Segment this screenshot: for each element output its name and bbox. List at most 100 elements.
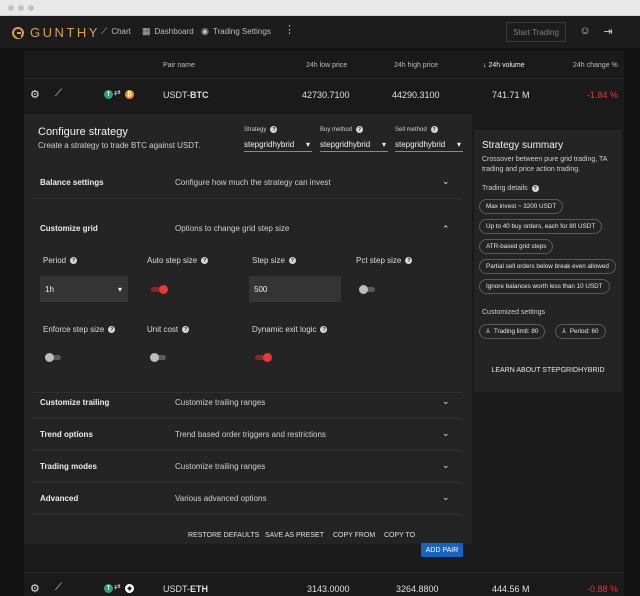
accordion-desc: Configure how much the strategy can inve… <box>175 178 331 187</box>
gear-icon[interactable]: ⚙ <box>30 582 40 595</box>
summary-chip: Max invest ~ 3200 USDT <box>479 199 564 214</box>
help-icon[interactable]: ? <box>270 126 278 133</box>
learn-about-strategy-link[interactable]: LEARN ABOUT STEPGRIDHYBRID <box>474 367 622 374</box>
accordion-customize-trailing[interactable]: Customize trailing Customize trailing ra… <box>32 387 462 419</box>
col-24h-low[interactable]: 24h low price <box>306 62 347 69</box>
change-percent: -0.88 % <box>587 584 619 594</box>
chevron-down-icon: ⌄ <box>442 428 450 438</box>
help-icon[interactable]: ? <box>356 126 364 133</box>
table-row[interactable]: ⚙ ⟋ T ⇄ ◆ USDT-ETH 3143.0000 3264.8800 4… <box>24 572 624 596</box>
strategy-chart-icon[interactable]: ⟋ <box>55 582 62 593</box>
gear-icon[interactable]: ⚙ <box>30 88 40 101</box>
help-icon[interactable]: ? <box>108 326 116 333</box>
trading-details-label: Trading details? <box>482 185 539 192</box>
nav-chart[interactable]: ⟋ Chart <box>101 26 131 37</box>
help-icon[interactable]: ? <box>405 257 413 264</box>
nav-chart-label: Chart <box>111 27 131 36</box>
col-24h-change[interactable]: 24h change % <box>573 62 618 69</box>
window-dot <box>8 5 14 11</box>
table-header: Pair name 24h low price 24h high price ↓… <box>24 51 624 79</box>
window-dot <box>18 5 24 11</box>
account-icon[interactable]: ☺ <box>578 24 592 38</box>
accordion-trend-options[interactable]: Trend options Trend based order triggers… <box>32 419 462 451</box>
nav-dashboard[interactable]: ▦ Dashboard <box>142 26 194 37</box>
browser-chrome <box>0 0 640 16</box>
swap-icon: ⇄ <box>114 88 121 97</box>
summary-chip: Ignore balances worth less than 10 USDT <box>479 279 610 294</box>
auto-step-size-toggle[interactable] <box>151 285 168 294</box>
window-dot <box>28 5 34 11</box>
dynamic-exit-logic-toggle[interactable] <box>255 353 272 362</box>
logo[interactable]: GUNTHY <box>12 25 100 40</box>
accordion-title: Trading modes <box>40 462 97 471</box>
strategy-label: Strategy? <box>244 126 278 133</box>
accordion-advanced[interactable]: Advanced Various advanced options ⌄ <box>32 483 462 515</box>
dropdown-arrow-icon: ▾ <box>456 140 461 149</box>
logout-icon[interactable]: ⇥ <box>601 24 615 38</box>
period-label: Period? <box>43 256 78 265</box>
copy-to-button[interactable]: COPY TO <box>384 532 415 539</box>
help-icon[interactable]: ? <box>70 257 78 264</box>
chevron-down-icon: ⌄ <box>442 492 450 502</box>
enforce-step-size-toggle[interactable] <box>45 353 61 362</box>
col-24h-volume[interactable]: ↓ 24h volume <box>483 62 525 69</box>
help-icon[interactable]: ? <box>531 185 539 192</box>
accordion-title: Customize trailing <box>40 398 110 407</box>
col-24h-high[interactable]: 24h high price <box>394 62 438 69</box>
help-icon[interactable]: ? <box>288 257 296 264</box>
strategy-chart-icon[interactable]: ⟋ <box>55 88 62 99</box>
pct-step-size-toggle[interactable] <box>359 285 375 294</box>
help-icon[interactable]: ? <box>182 326 190 333</box>
help-icon[interactable]: ? <box>320 326 328 333</box>
help-icon[interactable]: ? <box>201 257 209 264</box>
sell-method-label: Sell method? <box>395 126 438 133</box>
top-bar: GUNTHY ⟋ Chart ▦ Dashboard ◉ Trading Set… <box>0 16 640 48</box>
copy-from-button[interactable]: COPY FROM <box>333 532 375 539</box>
accordion-desc: Customize trailing ranges <box>175 462 266 471</box>
adjust-icon: ⅄ <box>562 328 566 335</box>
accordion-desc: Various advanced options <box>175 494 267 503</box>
accordion-title: Trend options <box>40 430 93 439</box>
dropdown-arrow-icon: ▾ <box>305 140 310 149</box>
customized-settings-label: Customized settings <box>482 309 546 316</box>
chevron-up-icon[interactable]: ⌃ <box>442 224 450 235</box>
auto-step-size-label: Auto step size? <box>147 256 209 265</box>
sell-method-select[interactable]: stepgridhybrid ▾ <box>395 138 463 152</box>
logo-text: GUNTHY <box>30 25 100 40</box>
help-icon[interactable]: ? <box>430 126 438 133</box>
start-trading-button[interactable]: Start Trading <box>506 22 566 42</box>
add-pair-button[interactable]: ADD PAIR <box>421 543 463 557</box>
swap-icon: ⇄ <box>114 582 121 591</box>
nav-trading-settings-label: Trading Settings <box>212 27 271 36</box>
accordion-trading-modes[interactable]: Trading modes Customize trailing ranges … <box>32 451 462 483</box>
accordion-desc: Customize trailing ranges <box>175 398 266 407</box>
accordion-customize-grid: Customize grid Options to change grid st… <box>32 213 462 393</box>
nav-trading-settings[interactable]: ◉ Trading Settings <box>201 26 271 37</box>
change-percent: -1.84 % <box>587 90 619 100</box>
gunthy-logo-icon <box>12 26 24 39</box>
col-pair-name[interactable]: Pair name <box>163 62 195 69</box>
strategy-select[interactable]: stepgridhybrid ▾ <box>244 138 312 152</box>
accordion-desc: Trend based order triggers and restricti… <box>175 430 326 439</box>
pair-name: USDT-ETH <box>163 584 208 594</box>
step-size-input[interactable]: 500 <box>249 276 341 302</box>
table-row[interactable]: ⚙ ⟋ T ⇄ ₿ USDT-BTC 42730.7100 44290.3100… <box>24 79 624 109</box>
usdt-coin-icon: T <box>104 584 113 593</box>
unit-cost-toggle[interactable] <box>150 353 166 362</box>
accordion-balance-settings[interactable]: Balance settings Configure how much the … <box>32 167 462 199</box>
summary-description: Crossover between pure grid trading, TA … <box>482 156 608 173</box>
accordion-title[interactable]: Customize grid <box>40 224 98 233</box>
buy-method-label: Buy method? <box>320 126 364 133</box>
buy-method-select[interactable]: stepgridhybrid ▾ <box>320 138 388 152</box>
restore-defaults-button[interactable]: RESTORE DEFAULTS <box>188 532 259 539</box>
period-select[interactable]: 1h ▾ <box>40 276 128 302</box>
configure-subtitle: Create a strategy to trade BTC against U… <box>38 141 201 150</box>
nav-dashboard-label: Dashboard <box>154 27 194 36</box>
pct-step-size-label: Pct step size? <box>356 256 413 265</box>
custom-chip-trading-limit: ⅄ Trading limit: 80 <box>479 324 546 339</box>
dynamic-exit-logic-label: Dynamic exit logic? <box>252 325 328 334</box>
save-as-preset-button[interactable]: SAVE AS PRESET <box>265 532 324 539</box>
btc-coin-icon: ₿ <box>125 90 134 99</box>
more-menu-icon[interactable]: ⋮ <box>284 23 295 36</box>
trend-line-icon: ⟋ <box>101 26 108 36</box>
